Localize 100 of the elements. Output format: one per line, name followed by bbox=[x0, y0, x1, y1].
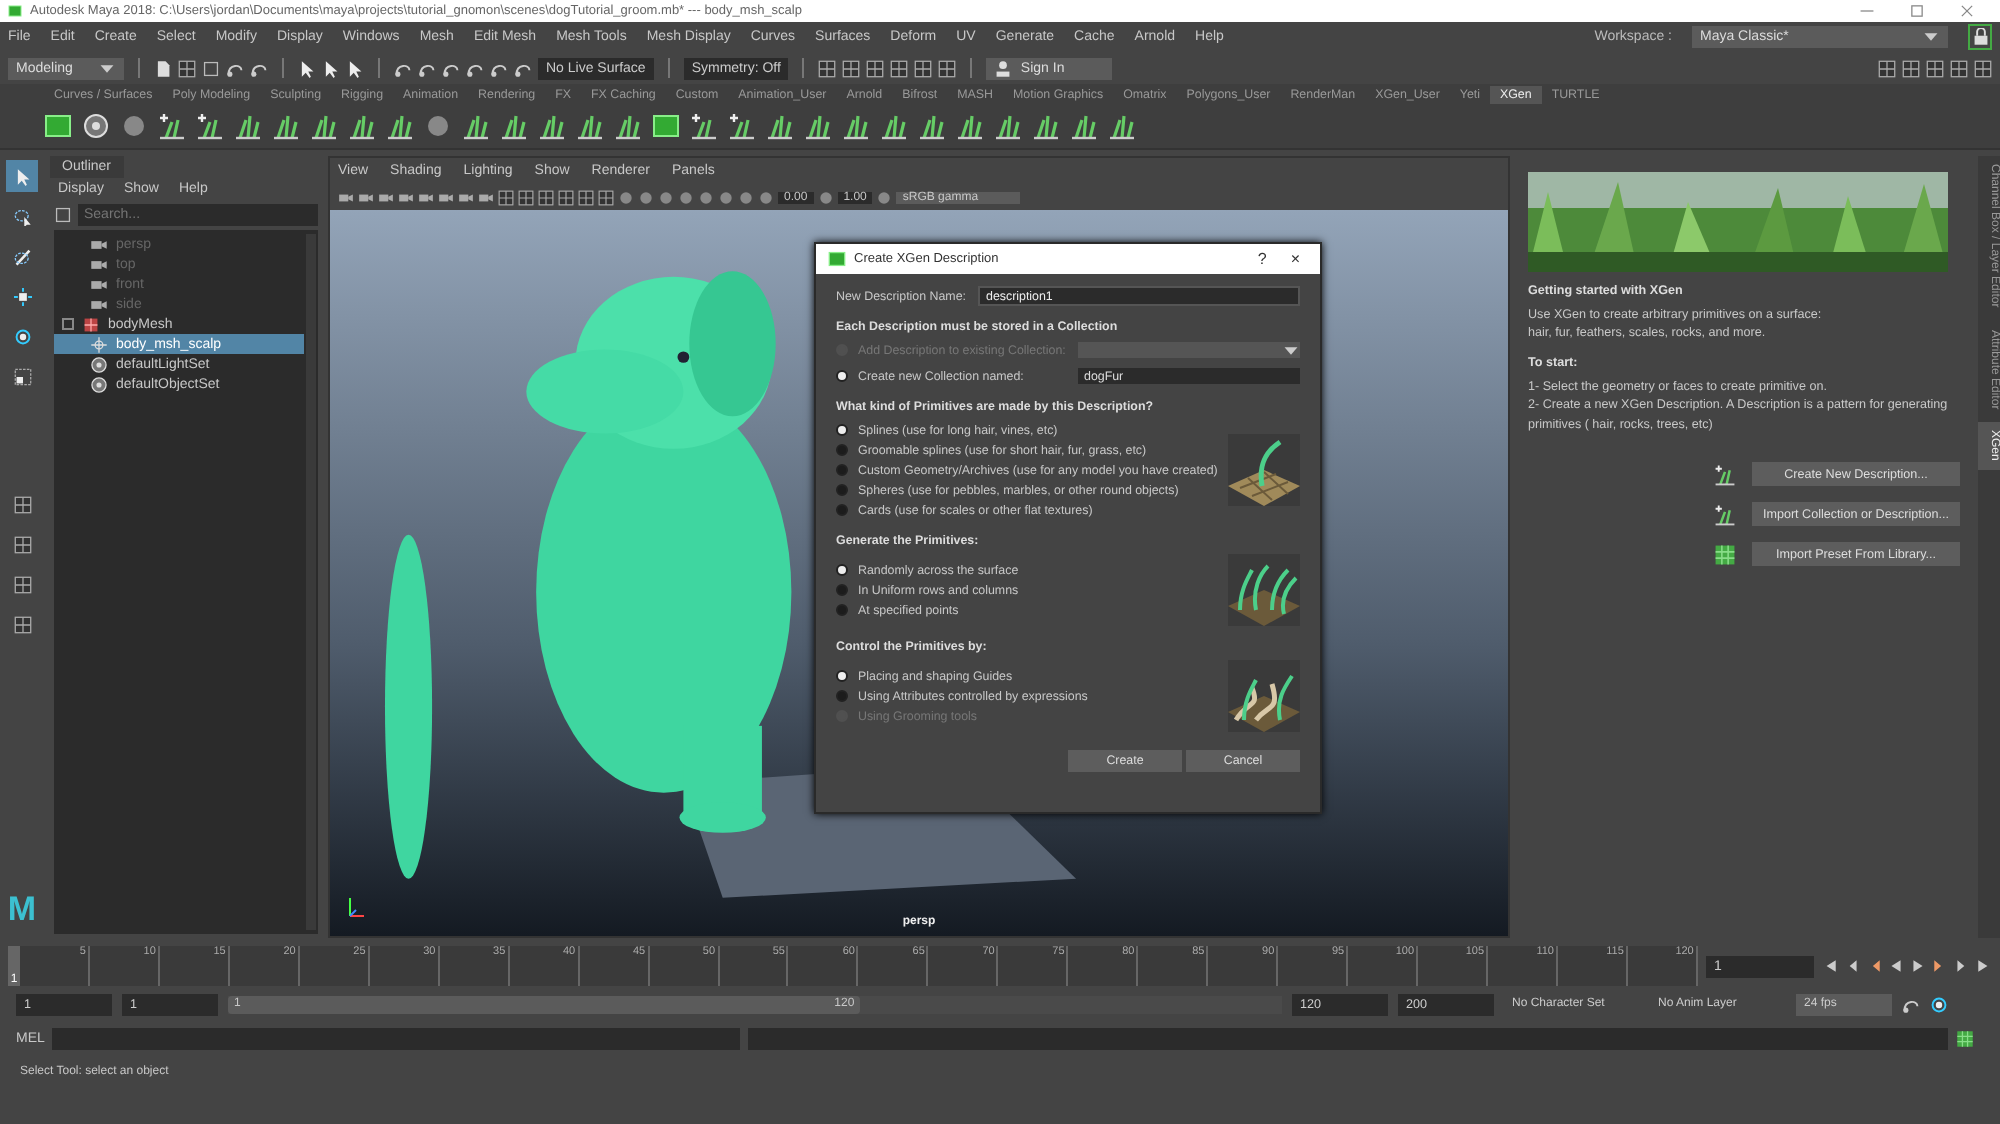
radio-button[interactable] bbox=[836, 604, 848, 616]
sphere-icon[interactable] bbox=[817, 189, 834, 205]
camera-icon bbox=[90, 255, 108, 273]
lock-icon[interactable] bbox=[1971, 28, 1989, 46]
lasso-tool-icon[interactable] bbox=[13, 207, 31, 225]
grass-icon[interactable] bbox=[994, 112, 1022, 140]
dog-mesh-drawing[interactable] bbox=[384, 271, 792, 879]
layout-icon[interactable] bbox=[498, 189, 514, 205]
logo: M bbox=[7, 890, 37, 932]
camera-icon[interactable] bbox=[358, 189, 374, 205]
layout-icon[interactable] bbox=[13, 575, 31, 593]
camera-icon[interactable] bbox=[418, 189, 434, 205]
grass-icon[interactable] bbox=[234, 112, 262, 140]
layout-icon[interactable] bbox=[13, 535, 31, 553]
move-tool-icon[interactable] bbox=[13, 287, 31, 305]
grass-icon[interactable] bbox=[310, 112, 338, 140]
app-icon bbox=[8, 4, 22, 18]
camera-icon[interactable] bbox=[478, 189, 494, 205]
grass-icon[interactable] bbox=[1070, 112, 1098, 140]
camera-icon bbox=[90, 235, 108, 253]
layout-icon[interactable] bbox=[518, 189, 534, 205]
sphere-icon[interactable] bbox=[424, 112, 452, 140]
grass-plus-icon[interactable] bbox=[728, 112, 756, 140]
grass-icon[interactable] bbox=[956, 112, 984, 140]
grass-plus-icon[interactable] bbox=[690, 112, 718, 140]
grass-icon[interactable] bbox=[576, 112, 604, 140]
undo-icon[interactable] bbox=[250, 59, 268, 77]
grass-plus-icon[interactable] bbox=[158, 112, 186, 140]
grass-icon[interactable] bbox=[918, 112, 946, 140]
layout-icon[interactable] bbox=[538, 189, 554, 205]
radio-button[interactable] bbox=[836, 690, 848, 702]
camera-icon bbox=[90, 275, 108, 293]
skip-to-end-icon[interactable] bbox=[1976, 958, 1992, 974]
help-button[interactable]: ? bbox=[1249, 250, 1275, 268]
box-icon[interactable] bbox=[44, 112, 72, 140]
camera-icon[interactable] bbox=[438, 189, 454, 205]
grass-icon[interactable] bbox=[842, 112, 870, 140]
maximize-icon[interactable] bbox=[1908, 2, 1926, 20]
grass-icon[interactable] bbox=[614, 112, 642, 140]
file-icon[interactable] bbox=[154, 59, 172, 77]
result-field[interactable] bbox=[748, 1028, 1949, 1050]
radio-button[interactable] bbox=[836, 584, 848, 596]
command-field[interactable] bbox=[52, 1028, 741, 1050]
grass-icon[interactable] bbox=[348, 112, 376, 140]
grass-icon[interactable] bbox=[1032, 112, 1060, 140]
play-icon[interactable] bbox=[1910, 958, 1926, 974]
sphere-icon[interactable] bbox=[876, 189, 893, 205]
play-back-icon[interactable] bbox=[1888, 958, 1904, 974]
radio-button[interactable] bbox=[836, 424, 848, 436]
grass-icon[interactable] bbox=[766, 112, 794, 140]
radio-button[interactable] bbox=[836, 670, 848, 682]
scale-tool-icon[interactable] bbox=[13, 367, 31, 385]
mesh-icon bbox=[82, 315, 100, 333]
camera-icon bbox=[90, 295, 108, 313]
step-back-icon[interactable] bbox=[1844, 958, 1860, 974]
radio-button[interactable] bbox=[836, 504, 848, 516]
app-icon bbox=[828, 250, 846, 268]
layout-icon[interactable] bbox=[558, 189, 574, 205]
caret-icon bbox=[98, 59, 116, 77]
grass-icon[interactable] bbox=[880, 112, 908, 140]
person-icon bbox=[994, 59, 1013, 77]
grass-icon[interactable] bbox=[500, 112, 528, 140]
camera-icon[interactable] bbox=[458, 189, 474, 205]
skip-to-start-icon[interactable] bbox=[1822, 958, 1838, 974]
select-tool-icon[interactable] bbox=[13, 167, 31, 185]
rotate-tool-icon[interactable] bbox=[13, 327, 31, 345]
close-icon[interactable] bbox=[1958, 2, 1976, 20]
grass-icon[interactable] bbox=[272, 112, 300, 140]
caret-icon bbox=[1282, 342, 1300, 360]
grass-icon[interactable] bbox=[538, 112, 566, 140]
grass-plus-icon bbox=[1714, 503, 1736, 526]
layout-icon[interactable] bbox=[13, 495, 31, 513]
grass-icon[interactable] bbox=[386, 112, 414, 140]
close-button[interactable]: × bbox=[1282, 250, 1308, 268]
expand-icon[interactable] bbox=[62, 318, 74, 330]
layout-icon[interactable] bbox=[13, 615, 31, 633]
camera-icon[interactable] bbox=[338, 189, 354, 205]
camera-icon[interactable] bbox=[378, 189, 394, 205]
radio-button[interactable] bbox=[836, 564, 848, 576]
step-forward-icon[interactable] bbox=[1954, 958, 1970, 974]
grass-icon[interactable] bbox=[804, 112, 832, 140]
paint-tool-icon[interactable] bbox=[13, 247, 31, 265]
sphere-icon[interactable] bbox=[120, 112, 148, 140]
undo-icon[interactable] bbox=[226, 59, 244, 77]
grass-icon[interactable] bbox=[1108, 112, 1136, 140]
layout-icon[interactable] bbox=[578, 189, 594, 205]
box-icon[interactable] bbox=[652, 112, 680, 140]
grass-plus-icon[interactable] bbox=[196, 112, 224, 140]
layout-icon[interactable] bbox=[598, 189, 614, 205]
scrollbar[interactable] bbox=[306, 234, 316, 930]
radio-button[interactable] bbox=[836, 370, 848, 382]
camera-icon[interactable] bbox=[398, 189, 414, 205]
caret-icon bbox=[1922, 28, 1940, 46]
radio-button[interactable] bbox=[836, 444, 848, 456]
radio-button[interactable] bbox=[836, 464, 848, 476]
grid-icon bbox=[1714, 543, 1736, 566]
radio-button[interactable] bbox=[836, 484, 848, 496]
locator-icon bbox=[90, 335, 108, 353]
axis-icon bbox=[346, 896, 366, 920]
grass-icon[interactable] bbox=[462, 112, 490, 140]
